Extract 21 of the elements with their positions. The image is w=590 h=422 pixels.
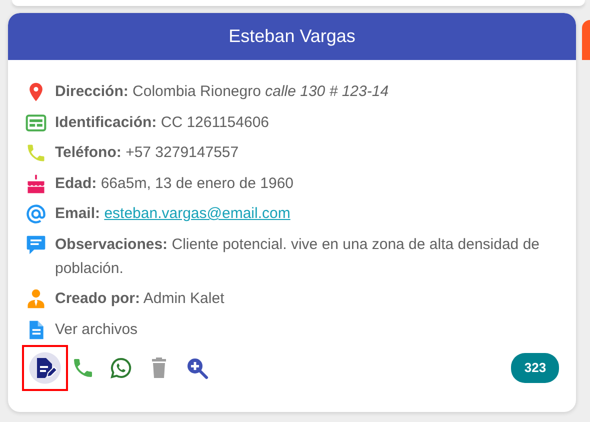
- count-badge: 323: [511, 353, 560, 383]
- email-text: Email: esteban.vargas@email.com: [55, 204, 290, 224]
- chat-phone-icon: [109, 356, 133, 380]
- address-text: Dirección: Colombia Rionegro calle 130 # 123-14: [55, 82, 389, 102]
- at-sign-icon: [25, 203, 47, 225]
- id-card-icon: [25, 112, 47, 134]
- zoom-in-icon: [185, 356, 209, 380]
- edit-button[interactable]: [29, 352, 61, 384]
- card-edge: [582, 20, 590, 60]
- phone-text: Teléfono: +57 3279147557: [55, 143, 239, 163]
- view-files-link[interactable]: Ver archivos: [55, 318, 138, 342]
- creator-text: Creado por: Admin Kalet: [55, 289, 224, 309]
- cake-icon: [25, 172, 47, 194]
- id-text: Identificación: CC 1261154606: [55, 112, 270, 132]
- phone-icon: [71, 356, 95, 380]
- user-icon: [25, 288, 47, 310]
- card-title: Esteban Vargas: [8, 13, 576, 60]
- comment-icon: [25, 234, 47, 256]
- age-text: Edad: 66a5m, 13 de enero de 1960: [55, 174, 294, 194]
- phone-icon: [25, 142, 47, 164]
- notes-text: Observaciones: Cliente potencial. vive en una zona de alta densidad de población.: [55, 234, 540, 278]
